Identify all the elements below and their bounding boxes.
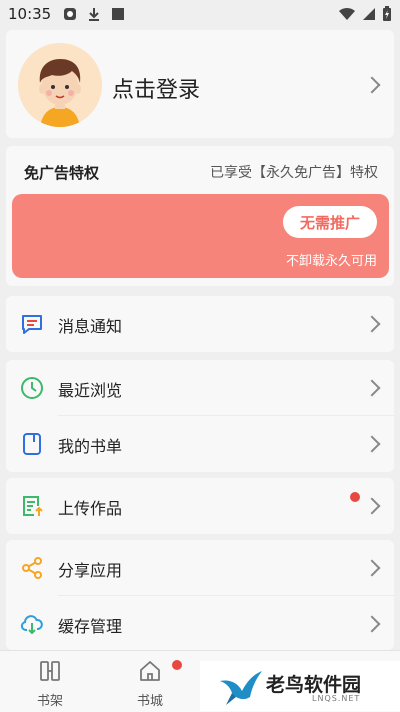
promo-banner: 无需推广 不卸载永久可用 — [12, 194, 389, 278]
avatar[interactable] — [18, 43, 102, 127]
app-icon — [112, 8, 125, 20]
promo-note: 不卸载永久可用 — [285, 254, 377, 269]
chevron-right-icon — [363, 497, 381, 515]
chevron-right-icon — [363, 559, 381, 577]
menu-item-my-booklist[interactable]: 我的书单 — [6, 416, 394, 472]
home-icon — [140, 661, 160, 681]
watermark-sub: LNQS.NET — [312, 694, 361, 703]
chevron-right-icon — [363, 435, 381, 453]
menu-item-notifications[interactable]: 消息通知 — [6, 296, 394, 352]
profile-card[interactable]: 点击登录 — [6, 30, 394, 138]
chevron-right-icon — [363, 315, 381, 333]
tab-label-bookstore: 书城 — [136, 694, 163, 709]
app-card: 分享应用 缓存管理 — [6, 540, 394, 650]
no-promotion-button[interactable]: 无需推广 — [283, 206, 377, 238]
book-icon — [23, 433, 41, 455]
chevron-right-icon — [363, 76, 381, 94]
avatar-illustration — [18, 43, 102, 127]
tab-bookstore[interactable]: 书城 — [120, 659, 180, 709]
tab-label-bookshelf: 书架 — [36, 694, 63, 709]
chevron-right-icon — [363, 615, 381, 633]
menu-label-share: 分享应用 — [58, 561, 123, 580]
notifications-card: 消息通知 — [6, 296, 394, 352]
chevron-right-icon — [363, 379, 381, 397]
menu-item-recent[interactable]: 最近浏览 — [6, 360, 394, 416]
menu-item-upload[interactable]: 上传作品 — [6, 478, 394, 534]
cloud-download-icon — [20, 615, 43, 635]
bird-logo-icon — [220, 671, 262, 705]
menu-label-recent: 最近浏览 — [58, 381, 123, 400]
login-label[interactable]: 点击登录 — [112, 72, 200, 104]
menu-item-cache[interactable]: 缓存管理 — [6, 596, 394, 652]
new-badge-dot — [350, 492, 360, 502]
ad-free-status: 已享受【永久免广告】特权 — [210, 165, 378, 181]
bookshelf-icon — [40, 661, 60, 681]
menu-label-upload: 上传作品 — [58, 499, 123, 518]
menu-label-cache: 缓存管理 — [58, 617, 123, 636]
notification-icon — [64, 8, 77, 20]
ad-free-title: 免广告特权 — [24, 164, 100, 182]
upload-card: 上传作品 — [6, 478, 394, 534]
tab-badge-dot — [172, 660, 182, 670]
history-card: 最近浏览 我的书单 — [6, 360, 394, 472]
clock-icon — [21, 377, 43, 399]
wifi-icon — [339, 7, 355, 20]
signal-icon — [363, 8, 375, 20]
watermark: 老鸟软件园 LNQS.NET — [200, 661, 400, 711]
status-bar: 10:35 — [0, 0, 400, 28]
menu-label-notifications: 消息通知 — [58, 317, 123, 336]
menu-label-my-booklist: 我的书单 — [58, 437, 123, 456]
tab-bookshelf[interactable]: 书架 — [20, 659, 80, 709]
message-icon — [22, 315, 42, 334]
upload-document-icon — [23, 496, 43, 516]
ad-free-card: 免广告特权 已享受【永久免广告】特权 无需推广 不卸载永久可用 — [6, 146, 394, 286]
battery-icon — [383, 6, 391, 21]
share-icon — [22, 557, 42, 579]
menu-item-share[interactable]: 分享应用 — [6, 540, 394, 596]
download-icon — [89, 8, 100, 21]
status-time: 10:35 — [8, 5, 52, 23]
watermark-text: 老鸟软件园 — [266, 674, 362, 696]
